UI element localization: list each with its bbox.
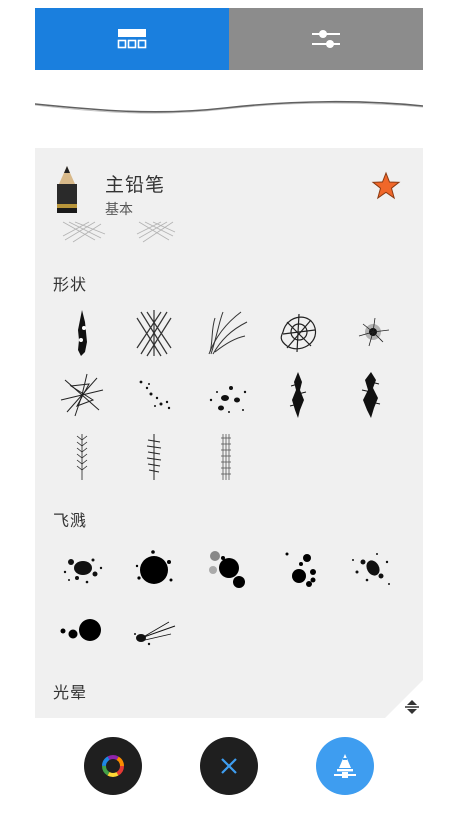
brush-tile[interactable] xyxy=(57,308,107,358)
brush-tile[interactable] xyxy=(201,432,251,482)
brush-tile[interactable] xyxy=(129,544,179,594)
brush-preview-icon xyxy=(209,386,247,413)
brush-preview-icon xyxy=(280,313,317,353)
pencil-icon xyxy=(57,166,77,213)
brush-preview-icon xyxy=(208,311,248,355)
previous-section-brushes xyxy=(62,221,176,243)
grid-icon xyxy=(117,29,147,49)
brush-preview-icon xyxy=(134,621,176,646)
brush-preview-icon xyxy=(285,552,316,587)
brush-icon xyxy=(334,754,356,778)
close-icon xyxy=(221,758,237,774)
brush-tile[interactable] xyxy=(273,308,323,358)
brush-preview-icon xyxy=(136,310,172,357)
brush-tile[interactable] xyxy=(57,544,107,594)
brush-tile[interactable] xyxy=(57,370,107,420)
brush-tile[interactable] xyxy=(345,544,395,594)
color-picker-button[interactable] xyxy=(84,737,142,795)
current-brush-header: 主铅笔 基本 xyxy=(35,148,423,220)
brush-tile[interactable] xyxy=(57,606,107,656)
brush-tile[interactable] xyxy=(129,370,179,420)
brush-preview-icon xyxy=(139,380,171,410)
brush-category: 基本 xyxy=(105,202,133,218)
brush-preview-icon xyxy=(76,434,88,480)
tab-bar xyxy=(35,8,423,70)
resize-handle-icon[interactable] xyxy=(402,698,422,716)
brush-tile[interactable] xyxy=(201,370,251,420)
section-title-splatter: 飞溅 xyxy=(53,511,88,530)
brush-preview-icon xyxy=(78,310,87,356)
brush-preview-icon xyxy=(289,372,307,418)
brush-preview-icon xyxy=(60,619,101,641)
brush-tile[interactable] xyxy=(57,432,107,482)
brush-tile[interactable] xyxy=(273,544,323,594)
close-button[interactable] xyxy=(200,737,258,795)
brush-preview-icon xyxy=(209,551,245,588)
brush-preview-icon xyxy=(352,553,390,585)
brush-tool-button[interactable] xyxy=(316,737,374,795)
brush-preview-icon xyxy=(361,372,381,418)
brush-preview-icon xyxy=(221,434,231,480)
brush-preview-icon xyxy=(146,434,162,480)
brush-tile[interactable] xyxy=(129,432,179,482)
brush-preview-icon xyxy=(358,317,390,347)
brush-tile[interactable] xyxy=(273,370,323,420)
section-title-glow: 光晕 xyxy=(53,683,88,702)
brush-tile[interactable] xyxy=(201,544,251,594)
section-title-shapes: 形状 xyxy=(53,275,88,294)
brush-library-panel[interactable]: 主铅笔 基本 形状 飞溅 光晕 xyxy=(35,148,423,718)
color-wheel-icon xyxy=(102,755,124,777)
brush-tile[interactable] xyxy=(345,370,395,420)
brush-tile[interactable] xyxy=(129,606,179,656)
tab-brush-library[interactable] xyxy=(35,8,229,70)
star-icon[interactable] xyxy=(371,171,401,201)
brush-tile[interactable] xyxy=(345,308,395,358)
tab-brush-settings[interactable] xyxy=(229,8,423,70)
stroke-preview xyxy=(35,100,423,114)
brush-tile[interactable] xyxy=(129,308,179,358)
brush-preview-icon xyxy=(60,373,104,417)
brush-preview-icon xyxy=(63,558,103,584)
brush-name: 主铅笔 xyxy=(105,174,166,196)
brush-tile[interactable] xyxy=(201,308,251,358)
sliders-icon xyxy=(312,30,340,48)
brush-preview-icon xyxy=(135,550,173,584)
